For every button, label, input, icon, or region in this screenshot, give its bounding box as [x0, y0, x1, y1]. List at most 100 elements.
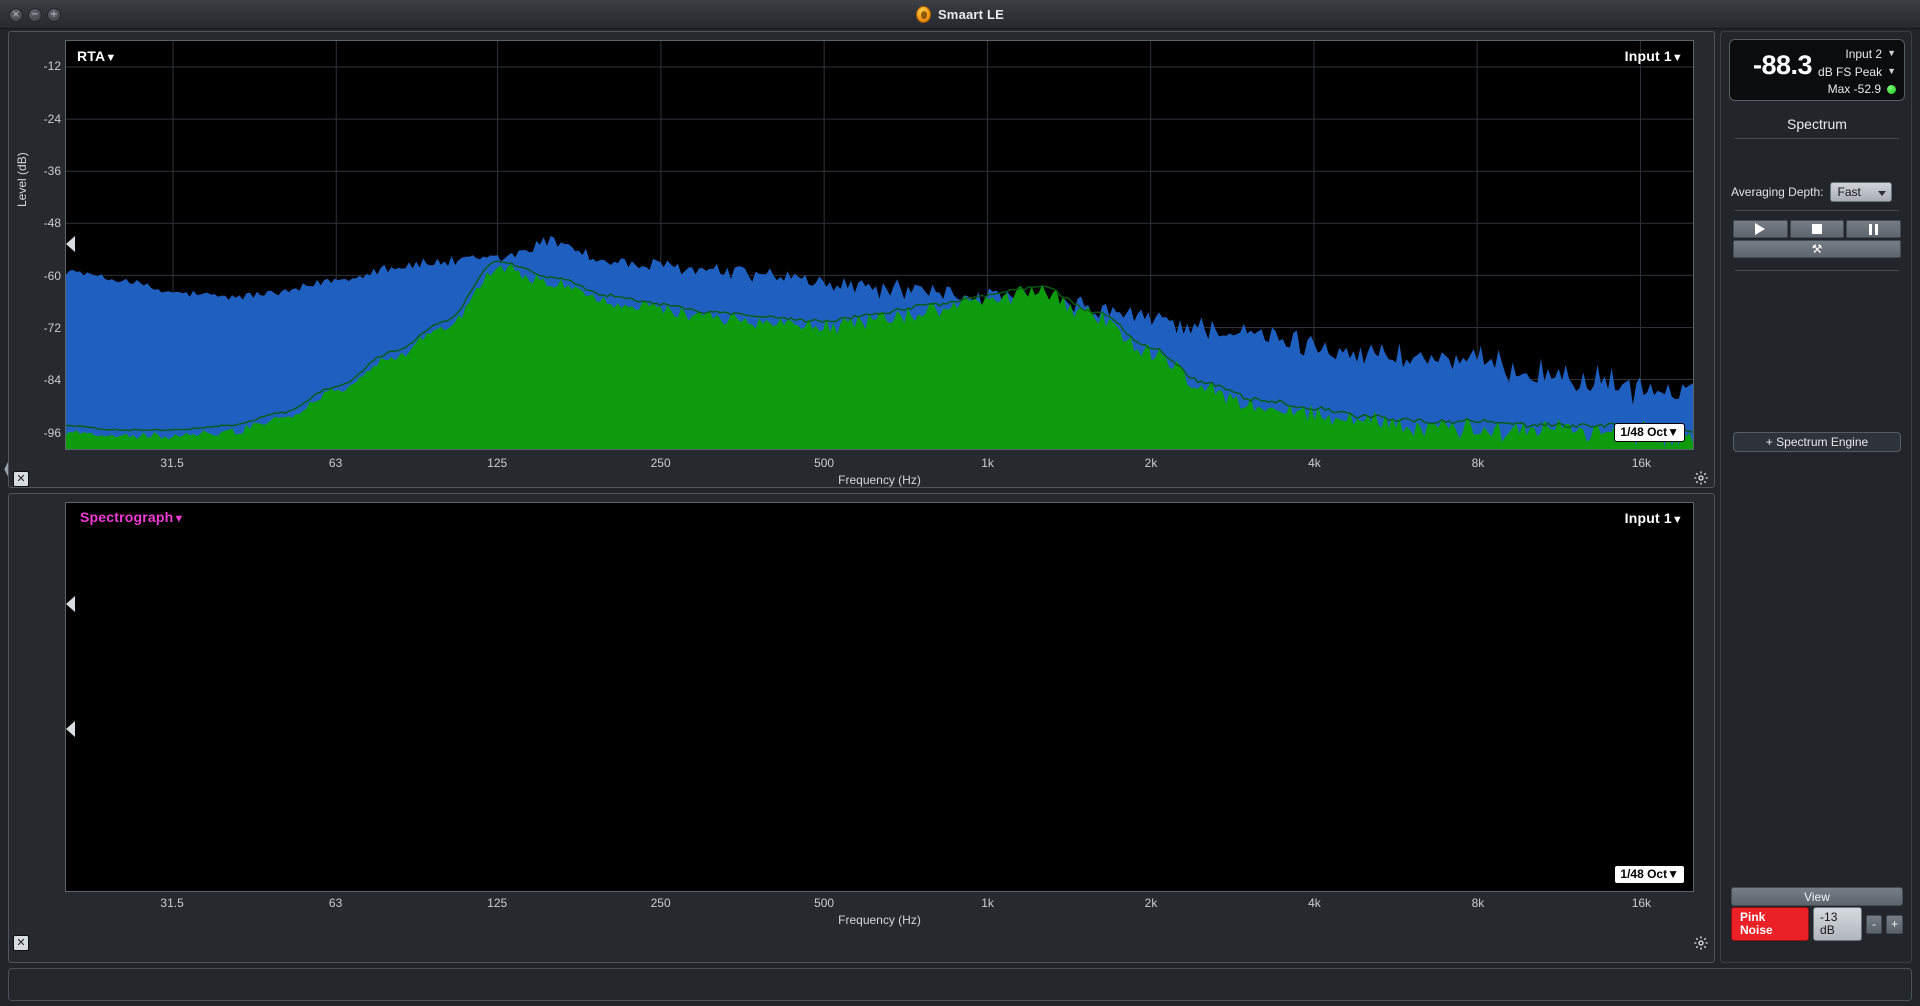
- rta-y-tick: -84: [43, 373, 61, 388]
- rta-x-axis-title: Frequency (Hz): [838, 473, 921, 487]
- spectrograph-x-tick: 31.5: [160, 896, 184, 910]
- spectrum-section-title: Spectrum: [1787, 116, 1847, 132]
- rta-gear-icon[interactable]: [1692, 469, 1710, 487]
- generator-level-value[interactable]: -13 dB: [1813, 907, 1862, 941]
- generator-bar: Pink Noise -13 dB - +: [1731, 907, 1903, 941]
- spectrograph-x-axis: 31.5 63 125 250 500 1k 2k 4k 8k 16k: [65, 896, 1694, 914]
- chevron-down-icon: ▼: [173, 513, 185, 525]
- right-sidebar: -88.3 Input 2 ▼ dB FS Peak ▼ Max -52.9 Spe…: [1720, 31, 1912, 963]
- window-title: Smaart LE: [937, 7, 1005, 22]
- rta-y-tick: -48: [43, 216, 61, 231]
- rta-x-tick: 2k: [1144, 456, 1158, 470]
- stop-button[interactable]: [1789, 220, 1845, 238]
- chevron-down-icon: ▼: [1887, 48, 1896, 58]
- rta-input-selector[interactable]: Input 1▼: [1625, 48, 1683, 64]
- spectrograph-x-axis-title: Frequency (Hz): [838, 913, 921, 927]
- meter-source-label: Input 2: [1845, 47, 1883, 61]
- spectrograph-menu-label: Spectrograph: [80, 509, 174, 525]
- spectrograph-x-tick: 2k: [1144, 896, 1158, 910]
- spectrograph-heatmap: [66, 503, 1693, 891]
- rta-x-axis: 31.5 63 125 250 500 1k 2k 4k 8k 16k: [65, 456, 1694, 474]
- pause-button[interactable]: [1846, 220, 1902, 238]
- divider: [1735, 270, 1899, 271]
- chevron-down-icon: ▼: [1671, 52, 1683, 64]
- rta-resolution-badge[interactable]: 1/48 Oct▼: [1614, 423, 1685, 442]
- meter-unit-label: dB FS Peak: [1818, 65, 1883, 79]
- pink-noise-button[interactable]: Pink Noise: [1731, 907, 1810, 941]
- play-icon: [1755, 223, 1766, 235]
- play-button[interactable]: [1733, 220, 1788, 238]
- chevron-down-icon: ▼: [1667, 867, 1679, 881]
- generator-level-decrease-button[interactable]: -: [1865, 914, 1883, 934]
- rta-x-tick: 16k: [1631, 456, 1652, 470]
- view-button[interactable]: View: [1731, 887, 1903, 906]
- spectrograph-gear-icon[interactable]: [1692, 934, 1710, 952]
- rta-plot[interactable]: RTA▼ Input 1▼ 1/48 Oct▼: [65, 40, 1694, 450]
- spectrograph-x-tick: 500: [814, 896, 835, 910]
- spectrograph-x-tick: 250: [650, 896, 671, 910]
- tools-button[interactable]: ⚒: [1733, 240, 1901, 258]
- stop-icon: [1812, 224, 1822, 234]
- meter-max-label: Max -52.9: [1827, 82, 1881, 96]
- spectrograph-plot[interactable]: Spectrograph▼ Input 1▼ 1/48 Oct▼: [65, 502, 1694, 892]
- rta-input-label: Input 1: [1624, 48, 1672, 64]
- rta-y-tick: -60: [43, 268, 61, 283]
- rta-x-tick: 1k: [981, 456, 994, 470]
- spectrograph-cursor-upper[interactable]: [66, 596, 75, 612]
- rta-collapse-button[interactable]: ✕: [13, 471, 29, 487]
- smaart-logo-icon: [915, 6, 931, 23]
- rta-x-tick: 63: [328, 456, 343, 470]
- bottom-toolbar: [8, 968, 1912, 1001]
- spectrograph-menu-button[interactable]: Spectrograph▼: [80, 509, 185, 525]
- graphs-column: Level (dB) -12 -24 -36 -48 -60 -72 -84 -96 RTA▼…: [8, 31, 1715, 963]
- rta-spectrum-graph: [66, 41, 1693, 449]
- spectrograph-x-tick: 125: [487, 896, 508, 910]
- pause-icon: [1869, 223, 1879, 235]
- meter-details: Input 2 ▼ dB FS Peak ▼ Max -52.9: [1804, 45, 1896, 98]
- rta-x-tick: 125: [487, 456, 508, 470]
- add-spectrum-engine-button[interactable]: + Spectrum Engine: [1733, 432, 1901, 452]
- rta-level-cursor[interactable]: [66, 236, 75, 252]
- spectrograph-x-tick: 1k: [981, 896, 994, 910]
- spectrograph-cursor-lower[interactable]: [66, 721, 75, 737]
- spectrograph-x-tick: 4k: [1308, 896, 1321, 910]
- chevron-down-icon: ▼: [1667, 425, 1679, 439]
- spectrograph-resolution-badge[interactable]: 1/48 Oct▼: [1614, 865, 1685, 884]
- title-bar: × − + Smaart LE: [0, 0, 1920, 29]
- level-meter-readout: -88.3 Input 2 ▼ dB FS Peak ▼ Max -52.9: [1729, 39, 1905, 101]
- divider: [1735, 210, 1899, 211]
- spectrograph-x-tick: 8k: [1471, 896, 1485, 910]
- rta-plot-wrap: RTA▼ Input 1▼ 1/48 Oct▼: [65, 40, 1694, 450]
- rta-menu-button[interactable]: RTA▼: [77, 48, 116, 64]
- meter-value: -88.3: [1752, 50, 1813, 80]
- rta-y-tick: -12: [43, 59, 61, 74]
- divider: [1735, 138, 1899, 139]
- spectrograph-plot-wrap: Spectrograph▼ Input 1▼ 1/48 Oct▼: [65, 502, 1694, 892]
- rta-y-axis: -12 -24 -36 -48 -60 -72 -84 -96: [9, 40, 61, 450]
- spectrograph-resolution-label: 1/48 Oct: [1620, 867, 1668, 881]
- rta-y-tick: -36: [43, 163, 61, 178]
- rta-y-tick: -72: [43, 320, 61, 335]
- generator-level-increase-button[interactable]: +: [1886, 914, 1903, 934]
- spectrograph-input-selector[interactable]: Input 1▼: [1625, 510, 1683, 526]
- meter-unit-selector[interactable]: dB FS Peak ▼: [1804, 63, 1896, 81]
- meter-max-row: Max -52.9: [1804, 81, 1896, 98]
- spectrograph-input-label: Input 1: [1624, 510, 1672, 526]
- signal-status-led: [1887, 85, 1896, 94]
- rta-x-tick: 31.5: [160, 456, 184, 470]
- rta-y-tick: -96: [43, 425, 61, 440]
- averaging-depth-select[interactable]: Fast: [1829, 182, 1892, 202]
- chevron-down-icon: ▼: [105, 52, 117, 64]
- rta-x-tick: 4k: [1308, 456, 1321, 470]
- rta-x-tick: 500: [814, 456, 835, 470]
- spectrograph-x-tick: 63: [328, 896, 343, 910]
- rta-y-tick: -24: [43, 111, 61, 126]
- spectrograph-panel: Spectrograph▼ Input 1▼ 1/48 Oct▼ 31.5 63 1…: [8, 493, 1715, 963]
- spectrograph-collapse-button[interactable]: ✕: [13, 935, 29, 951]
- meter-source-selector[interactable]: Input 2 ▼: [1804, 45, 1896, 63]
- averaging-depth-label: Averaging Depth:: [1731, 185, 1824, 199]
- chevron-down-icon: ▼: [1671, 514, 1683, 526]
- rta-menu-label: RTA: [77, 48, 106, 64]
- rta-panel: Level (dB) -12 -24 -36 -48 -60 -72 -84 -96 RTA▼…: [8, 31, 1715, 488]
- spectrograph-x-tick: 16k: [1631, 896, 1652, 910]
